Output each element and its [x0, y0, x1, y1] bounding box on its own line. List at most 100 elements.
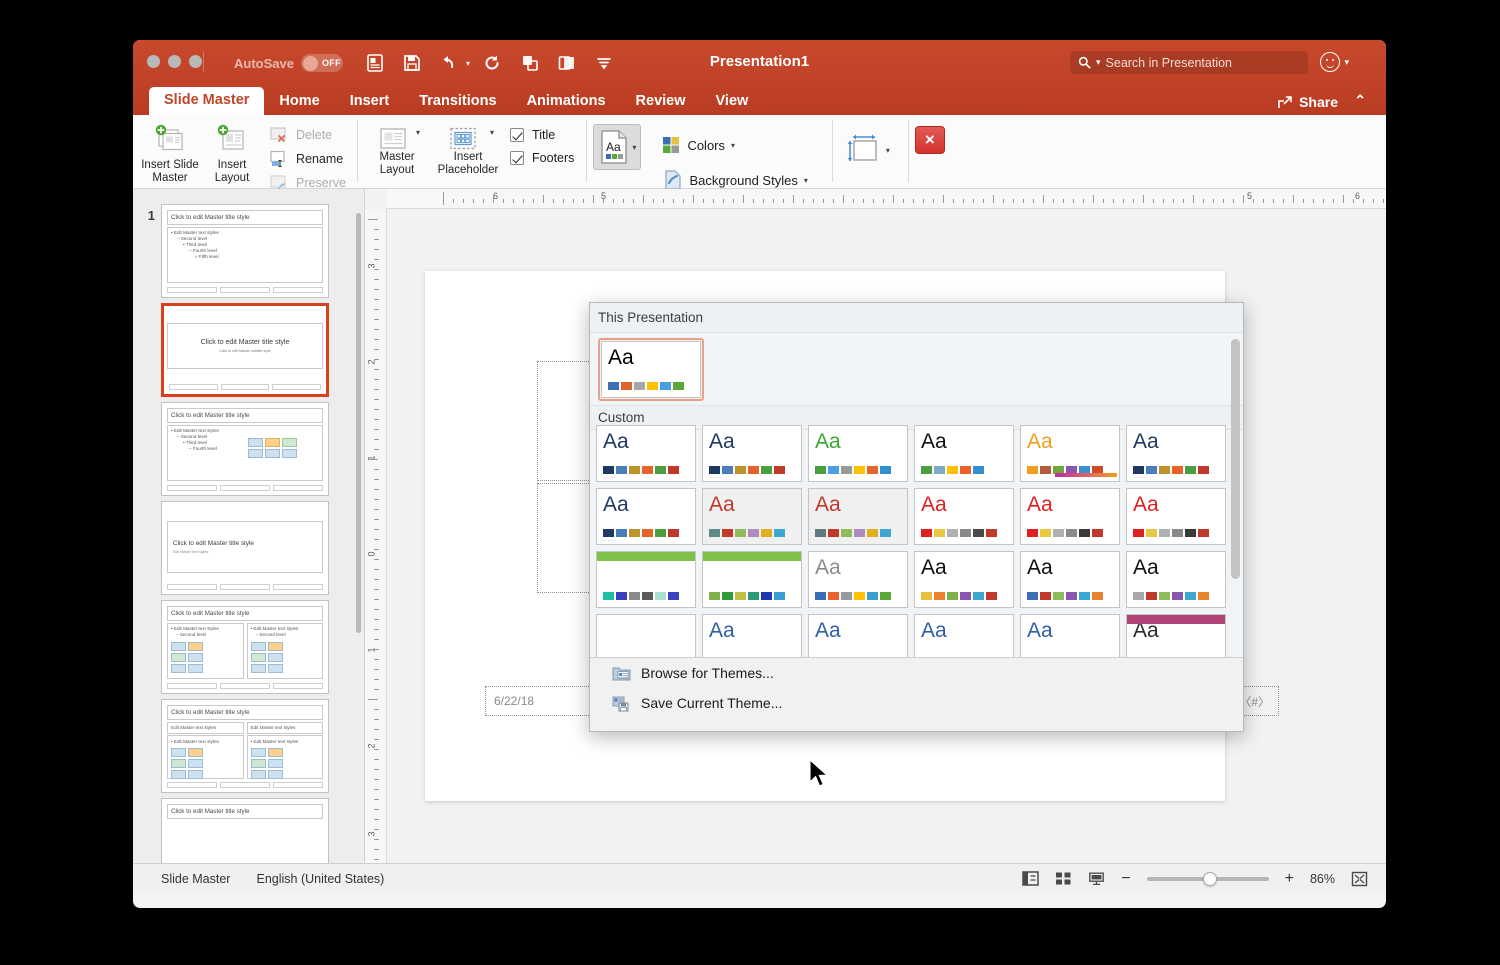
ruler-tick [374, 679, 379, 680]
theme-thumbnail[interactable]: Aa [808, 488, 908, 545]
theme-thumbnail[interactable]: Aa ———— [1126, 425, 1226, 482]
ruler-tick [374, 599, 379, 600]
background-styles-dropdown-icon[interactable]: ▾ [804, 176, 808, 185]
thumbnail-title-only-layout[interactable]: Click to edit Master title style [161, 798, 329, 863]
title-checkbox-row[interactable]: Title [510, 128, 574, 142]
theme-aa-text: Aa [608, 345, 634, 369]
zoom-slider-handle[interactable] [1202, 871, 1217, 886]
list-item[interactable]: Click to edit Master title style • Edit … [133, 595, 364, 694]
thumbnail-two-content-layout[interactable]: Click to edit Master title style • Edit … [161, 600, 329, 694]
ruler-tick [374, 649, 379, 650]
list-item[interactable]: 1 Click to edit Master title style • Edi… [133, 199, 364, 298]
browse-for-themes-menuitem[interactable]: Browse for Themes... [590, 658, 1243, 688]
zoom-slider[interactable] [1146, 871, 1269, 886]
list-item[interactable]: Click to edit Master title style • Edit … [133, 397, 364, 496]
share-button[interactable]: Share [1277, 94, 1338, 110]
language-label[interactable]: English (United States) [256, 872, 384, 886]
list-item[interactable]: Click to edit Master title style [133, 793, 364, 863]
fit-to-window-button[interactable] [1351, 871, 1368, 886]
rename-button[interactable]: Rename [263, 148, 351, 170]
theme-thumbnail[interactable]: Aa [702, 488, 802, 545]
slide-size-dropdown-icon[interactable]: ▾ [886, 146, 890, 155]
slide-size-button[interactable]: ▾ [839, 129, 894, 171]
theme-thumbnail[interactable]: Aa [808, 425, 908, 482]
theme-thumbnail[interactable]: Aa [1020, 488, 1120, 545]
theme-swatch [1053, 592, 1064, 600]
footers-checkbox-row[interactable]: Footers [510, 151, 574, 165]
tab-home[interactable]: Home [264, 88, 334, 115]
theme-thumbnail[interactable]: Aa [1020, 551, 1120, 608]
insert-layout-button[interactable]: Insert Layout [201, 119, 263, 184]
close-master-view-button[interactable]: × [914, 126, 945, 154]
theme-thumbnail[interactable] [596, 551, 696, 608]
master-layout-button[interactable]: ▾ Master Layout [364, 119, 430, 176]
thumbnail-line: • Edit Master text styles [171, 738, 219, 744]
theme-thumbnail[interactable]: Aa [914, 488, 1014, 545]
thumbnail-section-layout[interactable]: Click to edit Master title style Edit Ma… [161, 501, 329, 595]
theme-thumbnail-current[interactable]: Aa [601, 340, 701, 398]
theme-thumbnail[interactable]: Aa [1126, 488, 1226, 545]
theme-thumbnail[interactable]: Aa [914, 551, 1014, 608]
theme-thumbnail[interactable] [702, 551, 802, 608]
collapse-ribbon-icon[interactable]: ⌃ [1354, 92, 1366, 109]
insert-slide-master-button[interactable]: Insert Slide Master [139, 119, 201, 184]
master-layout-dropdown-icon[interactable]: ▾ [416, 128, 420, 137]
insert-placeholder-dropdown-icon[interactable]: ▾ [490, 128, 494, 137]
thumbnails-scrollbar[interactable] [356, 213, 361, 633]
chevron-down-icon[interactable]: ▾ [1344, 57, 1349, 68]
tab-slide-master[interactable]: Slide Master [149, 87, 265, 115]
slide-sorter-button[interactable] [1055, 871, 1072, 886]
theme-thumbnail[interactable]: Aa [1126, 551, 1226, 608]
theme-aa-text: Aa [1027, 556, 1053, 579]
colors-dropdown-icon[interactable]: ▾ [731, 141, 735, 150]
title-bar: AutoSave OFF ▾ Presentation1 ▾ Search in… [133, 40, 1386, 86]
theme-thumbnail[interactable]: Aa [1020, 425, 1120, 482]
colors-button[interactable]: Colors ▾ [655, 131, 813, 159]
insert-placeholder-button[interactable]: ▾ Insert Placeholder [430, 119, 506, 176]
theme-thumbnail[interactable]: Aa ———— [596, 488, 696, 545]
theme-thumbnail[interactable]: Aa [914, 425, 1014, 482]
theme-swatch [1079, 529, 1090, 537]
tab-view[interactable]: View [701, 88, 764, 115]
ruler-tick [374, 299, 379, 300]
theme-thumbnail[interactable]: Aa ———— [596, 425, 696, 482]
tab-review[interactable]: Review [621, 88, 701, 115]
ruler-tick [374, 369, 379, 370]
delete-button[interactable]: Delete [263, 124, 351, 146]
thumbnail-title: Click to edit Master title style [173, 540, 254, 547]
smiley-icon[interactable] [1320, 52, 1341, 72]
theme-caption: ———— [709, 475, 722, 479]
feedback-control[interactable]: ▾ [1320, 52, 1349, 72]
theme-thumbnail[interactable]: Aa ———— [702, 425, 802, 482]
theme-panel-scrollbar[interactable] [1231, 339, 1240, 579]
normal-view-button[interactable] [1022, 871, 1040, 886]
thumbnail-slide-master[interactable]: Click to edit Master title style • Edit … [161, 204, 329, 298]
list-item[interactable]: Click to edit Master title style Edit Ma… [133, 496, 364, 595]
search-dropdown-icon[interactable]: ▾ [1096, 57, 1101, 68]
tab-animations[interactable]: Animations [512, 88, 621, 115]
thumbnail-content-layout[interactable]: Click to edit Master title style • Edit … [161, 402, 329, 496]
zoom-in-button[interactable]: + [1285, 870, 1294, 888]
themes-dropdown-icon[interactable]: ▾ [632, 143, 636, 152]
themes-button[interactable]: Aa ▾ [593, 124, 642, 170]
list-item[interactable]: Click to edit Master title style Edit Ma… [133, 694, 364, 793]
footers-checkbox[interactable] [510, 151, 525, 165]
save-current-theme-menuitem[interactable]: Save Current Theme... [590, 688, 1243, 718]
list-item[interactable]: Click to edit Master title style Click t… [133, 298, 364, 397]
ruler-tick [583, 199, 584, 203]
title-checkbox[interactable] [510, 128, 525, 142]
search-input[interactable]: ▾ Search in Presentation [1070, 51, 1308, 74]
slideshow-button[interactable] [1088, 871, 1105, 886]
ruler-tick [513, 199, 514, 203]
status-right: − + 86% [1022, 870, 1368, 888]
slide-thumbnails-pane[interactable]: 1 Click to edit Master title style • Edi… [133, 189, 365, 863]
themes-dropdown-panel[interactable]: This Presentation Aa Custom Aa ———— Aa ————… [589, 302, 1244, 732]
thumbnail-comparison-layout[interactable]: Click to edit Master title style Edit Ma… [161, 699, 329, 793]
thumbnail-title-layout[interactable]: Click to edit Master title style Click t… [161, 303, 329, 397]
tab-insert[interactable]: Insert [335, 88, 405, 115]
zoom-out-button[interactable]: − [1121, 870, 1130, 888]
tab-transitions[interactable]: Transitions [404, 88, 511, 115]
theme-thumbnail[interactable]: Aa [808, 551, 908, 608]
ruler-tick [1243, 195, 1244, 203]
theme-swatch [1185, 529, 1196, 537]
